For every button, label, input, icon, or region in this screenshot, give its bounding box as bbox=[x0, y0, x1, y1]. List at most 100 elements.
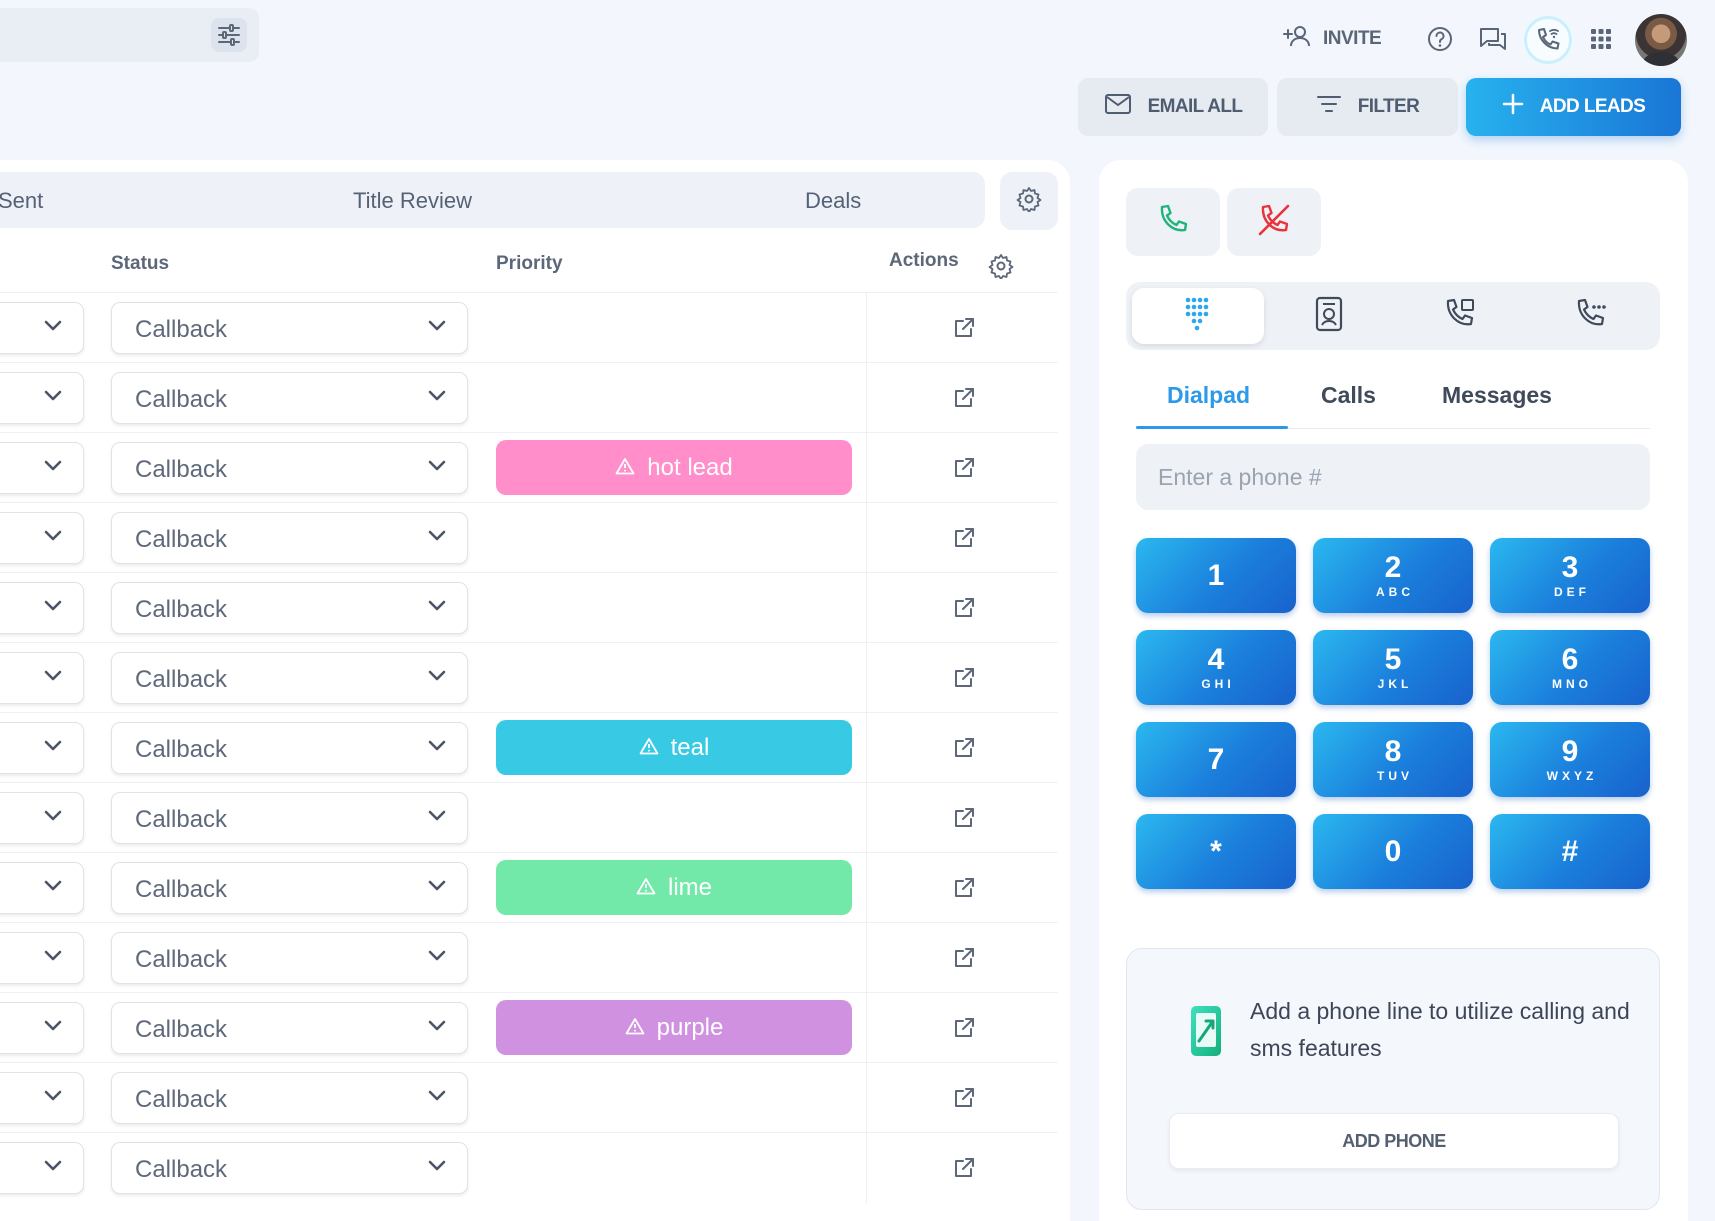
table-row: Callback bbox=[0, 362, 1058, 433]
status-select[interactable]: Callback bbox=[111, 302, 468, 354]
stage-title-review[interactable]: Title Review bbox=[353, 188, 472, 214]
status-select[interactable]: Callback bbox=[111, 1002, 468, 1054]
stage-deals[interactable]: Deals bbox=[805, 188, 861, 214]
tab-dialpad[interactable]: Dialpad bbox=[1167, 382, 1250, 409]
help-icon[interactable] bbox=[1419, 18, 1461, 60]
status-select[interactable]: Callback bbox=[111, 1142, 468, 1194]
mode-voicemail[interactable] bbox=[1525, 288, 1657, 344]
dial-key-number: 7 bbox=[1207, 742, 1225, 776]
wifi-call-icon[interactable] bbox=[1524, 16, 1572, 64]
dial-key[interactable]: 3 DEF bbox=[1490, 538, 1650, 613]
status-select[interactable]: Callback bbox=[111, 372, 468, 424]
priority-tag[interactable]: teal bbox=[496, 720, 852, 775]
add-phone-line-message: Add a phone line to utilize calling and … bbox=[1250, 998, 1630, 1061]
row-select[interactable] bbox=[0, 302, 84, 354]
status-select[interactable]: Callback bbox=[111, 582, 468, 634]
open-external-icon[interactable] bbox=[951, 945, 977, 976]
stage-sent[interactable]: Sent bbox=[0, 188, 43, 214]
call-button[interactable] bbox=[1126, 188, 1220, 256]
avatar[interactable] bbox=[1635, 14, 1687, 66]
filter-button[interactable]: FILTER bbox=[1277, 78, 1458, 136]
row-select[interactable] bbox=[0, 512, 84, 564]
dial-key[interactable]: 9 WXYZ bbox=[1490, 722, 1650, 797]
row-select[interactable] bbox=[0, 1072, 84, 1124]
open-external-icon[interactable] bbox=[951, 1085, 977, 1116]
tab-messages[interactable]: Messages bbox=[1442, 382, 1552, 409]
open-external-icon[interactable] bbox=[951, 525, 977, 556]
status-select[interactable]: Callback bbox=[111, 792, 468, 844]
email-all-button[interactable]: EMAIL ALL bbox=[1078, 78, 1268, 136]
dial-key[interactable]: 4 GHI bbox=[1136, 630, 1296, 705]
open-external-icon[interactable] bbox=[951, 385, 977, 416]
mode-forward[interactable] bbox=[1394, 288, 1526, 344]
status-select[interactable]: Callback bbox=[111, 1072, 468, 1124]
open-external-icon[interactable] bbox=[951, 875, 977, 906]
chevron-down-icon bbox=[427, 879, 447, 898]
open-external-icon[interactable] bbox=[951, 595, 977, 626]
row-select[interactable] bbox=[0, 722, 84, 774]
dial-key[interactable]: 1 bbox=[1136, 538, 1296, 613]
chevron-down-icon bbox=[43, 949, 63, 968]
mode-dialpad[interactable] bbox=[1132, 288, 1264, 344]
open-external-icon[interactable] bbox=[951, 315, 977, 346]
priority-tag[interactable]: lime bbox=[496, 860, 852, 915]
dial-key[interactable]: # bbox=[1490, 814, 1650, 889]
mode-contacts[interactable] bbox=[1263, 288, 1395, 344]
status-select[interactable]: Callback bbox=[111, 862, 468, 914]
status-value: Callback bbox=[135, 316, 228, 343]
chat-icon[interactable] bbox=[1472, 18, 1514, 60]
dial-key[interactable]: 2 ABC bbox=[1313, 538, 1473, 613]
row-select[interactable] bbox=[0, 652, 84, 704]
status-select[interactable]: Callback bbox=[111, 442, 468, 494]
add-leads-button[interactable]: ADD LEADS bbox=[1466, 78, 1681, 136]
row-select[interactable] bbox=[0, 372, 84, 424]
dial-key[interactable]: 7 bbox=[1136, 722, 1296, 797]
dial-key[interactable]: * bbox=[1136, 814, 1296, 889]
status-select[interactable]: Callback bbox=[111, 652, 468, 704]
chevron-down-icon bbox=[427, 809, 447, 828]
column-priority[interactable]: Priority bbox=[496, 253, 563, 275]
status-value: Callback bbox=[135, 876, 228, 903]
dial-key-letters: DEF bbox=[1554, 584, 1590, 599]
status-value: Callback bbox=[135, 1016, 228, 1043]
phone-number-input[interactable] bbox=[1136, 444, 1650, 510]
column-status[interactable]: Status bbox=[111, 253, 169, 275]
open-external-icon[interactable] bbox=[951, 735, 977, 766]
invite-button[interactable]: INVITE bbox=[1283, 22, 1382, 56]
hangup-button[interactable] bbox=[1227, 188, 1321, 256]
stage-settings-button[interactable] bbox=[1000, 172, 1058, 230]
priority-tag[interactable]: purple bbox=[496, 1000, 852, 1055]
chevron-down-icon bbox=[43, 529, 63, 548]
dial-key-number: 6 bbox=[1561, 642, 1579, 676]
dialer-mode-bar bbox=[1126, 282, 1660, 350]
gear-icon[interactable] bbox=[988, 253, 1014, 284]
priority-tag[interactable]: hot lead bbox=[496, 440, 852, 495]
tune-icon[interactable] bbox=[211, 18, 247, 52]
dial-key[interactable]: 8 TUV bbox=[1313, 722, 1473, 797]
chevron-down-icon bbox=[43, 459, 63, 478]
dial-key[interactable]: 5 JKL bbox=[1313, 630, 1473, 705]
open-external-icon[interactable] bbox=[951, 805, 977, 836]
row-select[interactable] bbox=[0, 1002, 84, 1054]
column-divider bbox=[866, 643, 867, 713]
dial-key[interactable]: 6 MNO bbox=[1490, 630, 1650, 705]
dial-key[interactable]: 0 bbox=[1313, 814, 1473, 889]
row-select[interactable] bbox=[0, 442, 84, 494]
row-select[interactable] bbox=[0, 862, 84, 914]
row-select[interactable] bbox=[0, 792, 84, 844]
open-external-icon[interactable] bbox=[951, 1155, 977, 1186]
row-select[interactable] bbox=[0, 582, 84, 634]
open-external-icon[interactable] bbox=[951, 665, 977, 696]
status-select[interactable]: Callback bbox=[111, 932, 468, 984]
tab-calls[interactable]: Calls bbox=[1321, 382, 1376, 409]
open-external-icon[interactable] bbox=[951, 455, 977, 486]
row-select[interactable] bbox=[0, 932, 84, 984]
row-select[interactable] bbox=[0, 1142, 84, 1194]
status-value: Callback bbox=[135, 596, 228, 623]
open-external-icon[interactable] bbox=[951, 1015, 977, 1046]
search-bar[interactable] bbox=[0, 8, 259, 62]
add-phone-button[interactable]: ADD PHONE bbox=[1169, 1113, 1619, 1169]
status-select[interactable]: Callback bbox=[111, 512, 468, 564]
apps-grid-icon[interactable] bbox=[1580, 18, 1622, 60]
status-select[interactable]: Callback bbox=[111, 722, 468, 774]
